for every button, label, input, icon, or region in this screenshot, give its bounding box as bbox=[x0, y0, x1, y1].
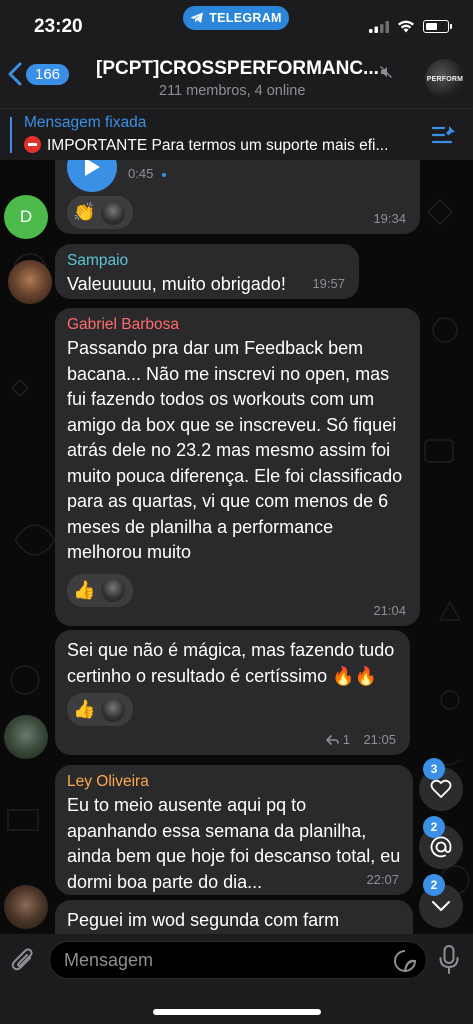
telegram-pill-label: TELEGRAM bbox=[209, 11, 282, 25]
play-icon bbox=[85, 160, 100, 176]
chevron-down-icon bbox=[432, 901, 450, 911]
message-sender[interactable]: Sampaio bbox=[67, 252, 347, 270]
status-icons bbox=[369, 20, 452, 33]
reaction-chip[interactable]: 👏 bbox=[67, 196, 134, 229]
telegram-return-pill[interactable]: TELEGRAM bbox=[183, 6, 289, 30]
pinned-indicator bbox=[10, 117, 12, 153]
message-sender[interactable]: Gabriel Barbosa bbox=[67, 316, 408, 334]
chevron-left-icon bbox=[8, 62, 22, 86]
chat-header: 166 [PCPT]CROSSPERFORMANC... 211 membros… bbox=[0, 48, 473, 108]
message-placeholder: Mensagem bbox=[64, 950, 154, 970]
message-sender[interactable]: Ley Oliveira bbox=[67, 773, 401, 791]
pinned-message[interactable]: Mensagem fixada IMPORTANTE Para termos u… bbox=[0, 108, 473, 160]
group-avatar[interactable]: PERFORM bbox=[425, 59, 465, 99]
message-text: Eu to meio ausente aqui pq to apanhando … bbox=[67, 795, 401, 892]
telegram-icon bbox=[190, 12, 204, 23]
paperclip-icon[interactable] bbox=[10, 946, 36, 974]
chat-subtitle: 211 membros, 4 online bbox=[159, 83, 306, 99]
unread-count-badge: 2 bbox=[423, 874, 445, 896]
reply-icon bbox=[325, 734, 339, 745]
reply-count[interactable]: 1 bbox=[325, 732, 350, 747]
message-bubble[interactable]: Peguei im wod segunda com farm bbox=[55, 900, 413, 934]
message-bubble[interactable]: Sei que não é mágica, mas fazendo tudo c… bbox=[55, 630, 410, 755]
thumbs-up-emoji: 👍 bbox=[73, 579, 96, 600]
message-list[interactable]: D 0:45 👏 19:34 Sampaio Valeuuuuu, muito … bbox=[0, 160, 473, 934]
reaction-chip[interactable]: 👍 bbox=[67, 573, 134, 607]
mentions-count-badge: 2 bbox=[423, 816, 445, 838]
muted-icon bbox=[380, 66, 392, 78]
heart-icon bbox=[430, 779, 452, 798]
message-time: 22:07 bbox=[366, 872, 399, 887]
message-reactions: 👏 bbox=[67, 196, 134, 229]
message-time: 21:05 bbox=[363, 732, 396, 747]
no-entry-icon bbox=[24, 136, 41, 153]
pinned-text: IMPORTANTE Para termos um suporte mais e… bbox=[24, 136, 434, 155]
pinned-list-icon[interactable] bbox=[431, 124, 457, 146]
back-button[interactable]: 166 bbox=[8, 62, 70, 86]
avatar-ley-oliveira[interactable] bbox=[4, 885, 48, 929]
avatar-letter: D bbox=[19, 207, 33, 226]
at-sign-icon bbox=[430, 836, 452, 858]
reactor-avatar bbox=[101, 578, 126, 602]
message-time: 19:57 bbox=[312, 276, 345, 291]
message-bubble[interactable]: Sampaio Valeuuuuu, muito obrigado! 19:57 bbox=[55, 244, 359, 299]
message-time: 19:34 bbox=[373, 211, 406, 226]
voice-unplayed-dot bbox=[162, 173, 166, 177]
unread-chats-badge: 166 bbox=[26, 63, 70, 85]
status-time: 23:20 bbox=[34, 16, 83, 37]
message-time: 21:04 bbox=[373, 603, 406, 618]
home-indicator bbox=[153, 1009, 321, 1015]
group-avatar-text: PERFORM bbox=[426, 75, 464, 83]
clap-emoji: 👏 bbox=[73, 202, 96, 222]
reactor-avatar bbox=[101, 200, 126, 225]
wifi-icon bbox=[398, 20, 414, 33]
message-input[interactable]: Mensagem bbox=[49, 941, 427, 979]
avatar-d[interactable]: D bbox=[4, 195, 48, 239]
message-input-bar: Mensagem bbox=[0, 934, 473, 1024]
message-bubble[interactable]: Ley Oliveira Eu to meio ausente aqui pq … bbox=[55, 765, 413, 895]
message-text: Passando pra dar um Feedback bem bacana.… bbox=[67, 338, 403, 562]
pinned-label: Mensagem fixada bbox=[24, 114, 147, 131]
microphone-icon[interactable] bbox=[439, 945, 459, 975]
voice-play-button[interactable] bbox=[67, 160, 117, 192]
voice-duration: 0:45 bbox=[128, 166, 154, 181]
message-bubble[interactable]: Gabriel Barbosa Passando pra dar um Feed… bbox=[55, 308, 420, 626]
avatar-sampaio[interactable] bbox=[8, 260, 52, 304]
message-reactions: 👍 bbox=[67, 573, 408, 607]
message-text: Sei que não é mágica, mas fazendo tudo c… bbox=[67, 640, 395, 686]
message-text: Valeuuuuu, muito obrigado! bbox=[67, 274, 286, 294]
avatar-user[interactable] bbox=[4, 715, 48, 759]
message-text: Peguei im wod segunda com farm bbox=[67, 910, 340, 930]
signal-icon bbox=[369, 20, 389, 33]
thumbs-up-emoji: 👍 bbox=[73, 699, 96, 719]
message-reactions: 👍 bbox=[67, 693, 398, 726]
reactions-count-badge: 3 bbox=[423, 758, 445, 780]
reactor-avatar bbox=[101, 697, 126, 722]
reaction-chip[interactable]: 👍 bbox=[67, 693, 134, 726]
sticker-icon[interactable] bbox=[393, 949, 417, 973]
status-bar: 23:20 TELEGRAM bbox=[0, 0, 473, 48]
chat-title[interactable]: [PCPT]CROSSPERFORMANC... bbox=[96, 58, 386, 80]
battery-icon bbox=[423, 20, 452, 33]
voice-message[interactable]: 0:45 👏 19:34 bbox=[55, 160, 420, 234]
